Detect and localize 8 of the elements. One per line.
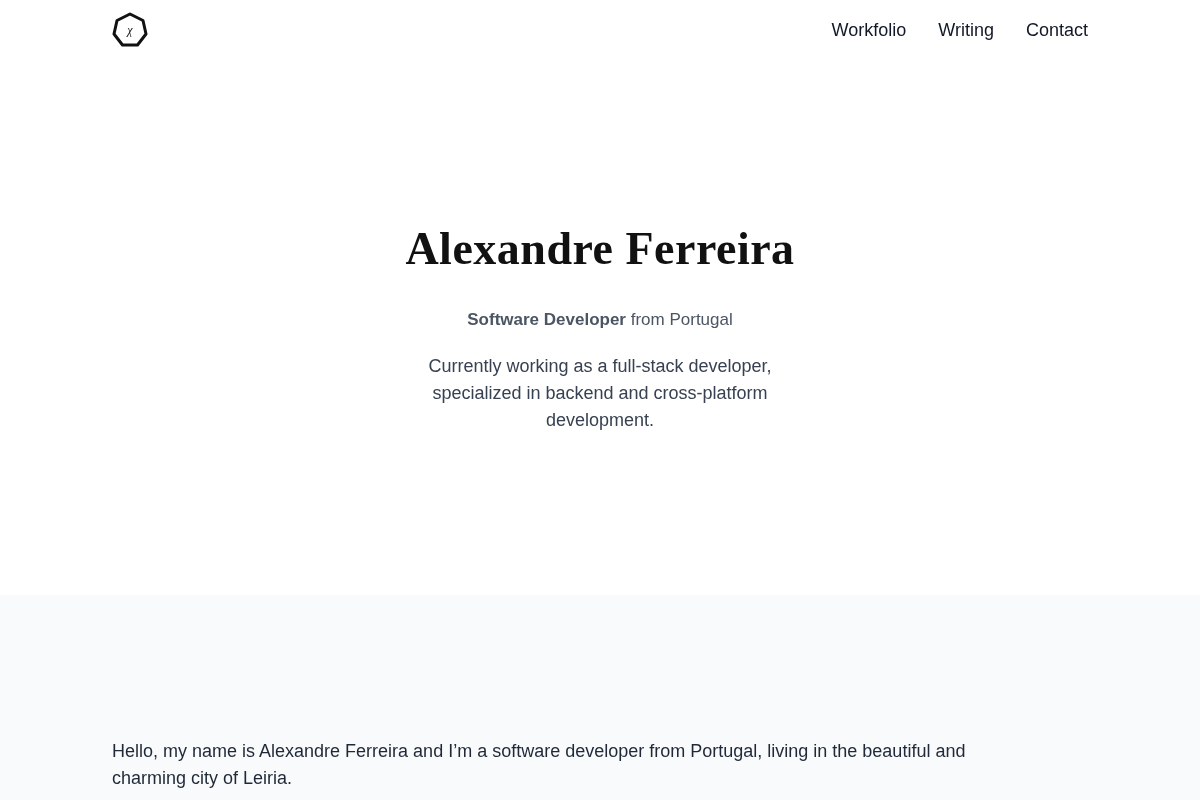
- logo[interactable]: χ: [112, 12, 148, 48]
- hero-summary: Currently working as a full-stack developer, specialized in backend and cross-platform development.: [427, 355, 773, 432]
- hero-name: Alexandre Ferreira: [405, 222, 795, 276]
- nav-link[interactable]: Workfolio: [831, 17, 907, 43]
- hero-tagline: Software Developer from Portugal: [467, 309, 733, 331]
- nav-link[interactable]: Writing: [938, 17, 994, 43]
- nav-link[interactable]: Contact: [1025, 17, 1088, 43]
- about-paragraph: Hello, my name is Alexandre Ferreira and I’m a software developer from Portugal, living in the beautiful and charming city of Leiria.: [112, 740, 967, 790]
